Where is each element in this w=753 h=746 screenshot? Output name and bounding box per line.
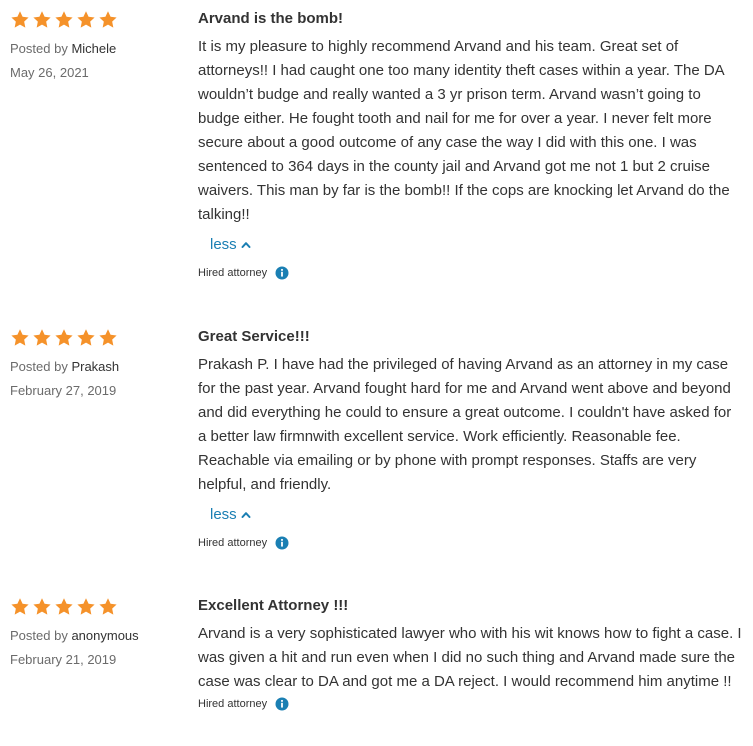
info-icon[interactable]	[275, 266, 289, 280]
hired-attorney-label: Hired attorney	[198, 537, 268, 549]
star-icon	[32, 10, 52, 30]
posted-by-prefix: Posted by	[10, 359, 68, 374]
review-title: Excellent Attorney !!!	[198, 597, 349, 614]
review-date: May 26, 2021	[10, 65, 89, 80]
posted-by-prefix: Posted by	[10, 628, 68, 643]
chevron-up-icon	[241, 512, 251, 518]
star-icon	[54, 597, 74, 617]
star-icon	[98, 10, 118, 30]
star-icon	[98, 597, 118, 617]
review-content: Arvand is the bomb! It is my pleasure to…	[198, 10, 743, 281]
review-content: Great Service!!! Prakash P. I have had t…	[198, 328, 743, 551]
show-less-toggle[interactable]: less	[210, 235, 743, 255]
star-rating	[10, 10, 190, 30]
star-icon	[10, 10, 30, 30]
star-rating	[10, 328, 190, 348]
star-rating	[10, 597, 190, 617]
review-author: Michele	[71, 41, 117, 56]
star-icon	[76, 328, 96, 348]
review-author: Prakash	[71, 359, 120, 374]
review-title: Great Service!!!	[198, 328, 310, 345]
star-icon	[10, 597, 30, 617]
info-icon[interactable]	[275, 697, 289, 711]
star-icon	[10, 328, 30, 348]
review-title: Arvand is the bomb!	[198, 10, 344, 27]
hired-attorney-badge: Hired attorney	[198, 265, 743, 281]
posted-by: Posted by Prakash	[10, 359, 190, 375]
review-date: February 21, 2019	[10, 652, 117, 667]
star-icon	[76, 10, 96, 30]
review-body: Prakash P. I have had the privileged of …	[198, 356, 732, 493]
review-meta: Posted by anonymous February 21, 2019	[10, 597, 190, 668]
hired-attorney-badge: Hired attorney	[198, 535, 743, 551]
review-body: It is my pleasure to highly recommend Ar…	[198, 38, 730, 223]
show-less-toggle[interactable]: less	[210, 505, 743, 525]
info-icon[interactable]	[275, 536, 289, 550]
posted-by: Posted by anonymous	[10, 628, 190, 644]
star-icon	[32, 597, 52, 617]
review-meta: Posted by Michele May 26, 2021	[10, 10, 190, 81]
star-icon	[76, 597, 96, 617]
hired-attorney-label: Hired attorney	[198, 698, 268, 710]
star-icon	[32, 328, 52, 348]
review-meta: Posted by Prakash February 27, 2019	[10, 328, 190, 399]
posted-by: Posted by Michele	[10, 41, 190, 57]
review-card: Posted by Michele May 26, 2021 Arvand is…	[0, 10, 753, 310]
star-icon	[54, 328, 74, 348]
review-content: Excellent Attorney !!! Arvand is a very …	[198, 597, 743, 712]
hired-attorney-label: Hired attorney	[198, 267, 268, 279]
chevron-up-icon	[241, 242, 251, 248]
review-date: February 27, 2019	[10, 383, 117, 398]
review-author: anonymous	[71, 628, 139, 643]
posted-by-prefix: Posted by	[10, 41, 68, 56]
hired-attorney-badge: Hired attorney	[198, 696, 743, 712]
star-icon	[54, 10, 74, 30]
show-less-label[interactable]: less	[210, 505, 237, 525]
show-less-label[interactable]: less	[210, 235, 237, 255]
star-icon	[98, 328, 118, 348]
review-card: Posted by anonymous February 21, 2019 Ex…	[0, 597, 753, 746]
review-card: Posted by Prakash February 27, 2019 Grea…	[0, 328, 753, 568]
review-body: Arvand is a very sophisticated lawyer wh…	[198, 625, 742, 690]
